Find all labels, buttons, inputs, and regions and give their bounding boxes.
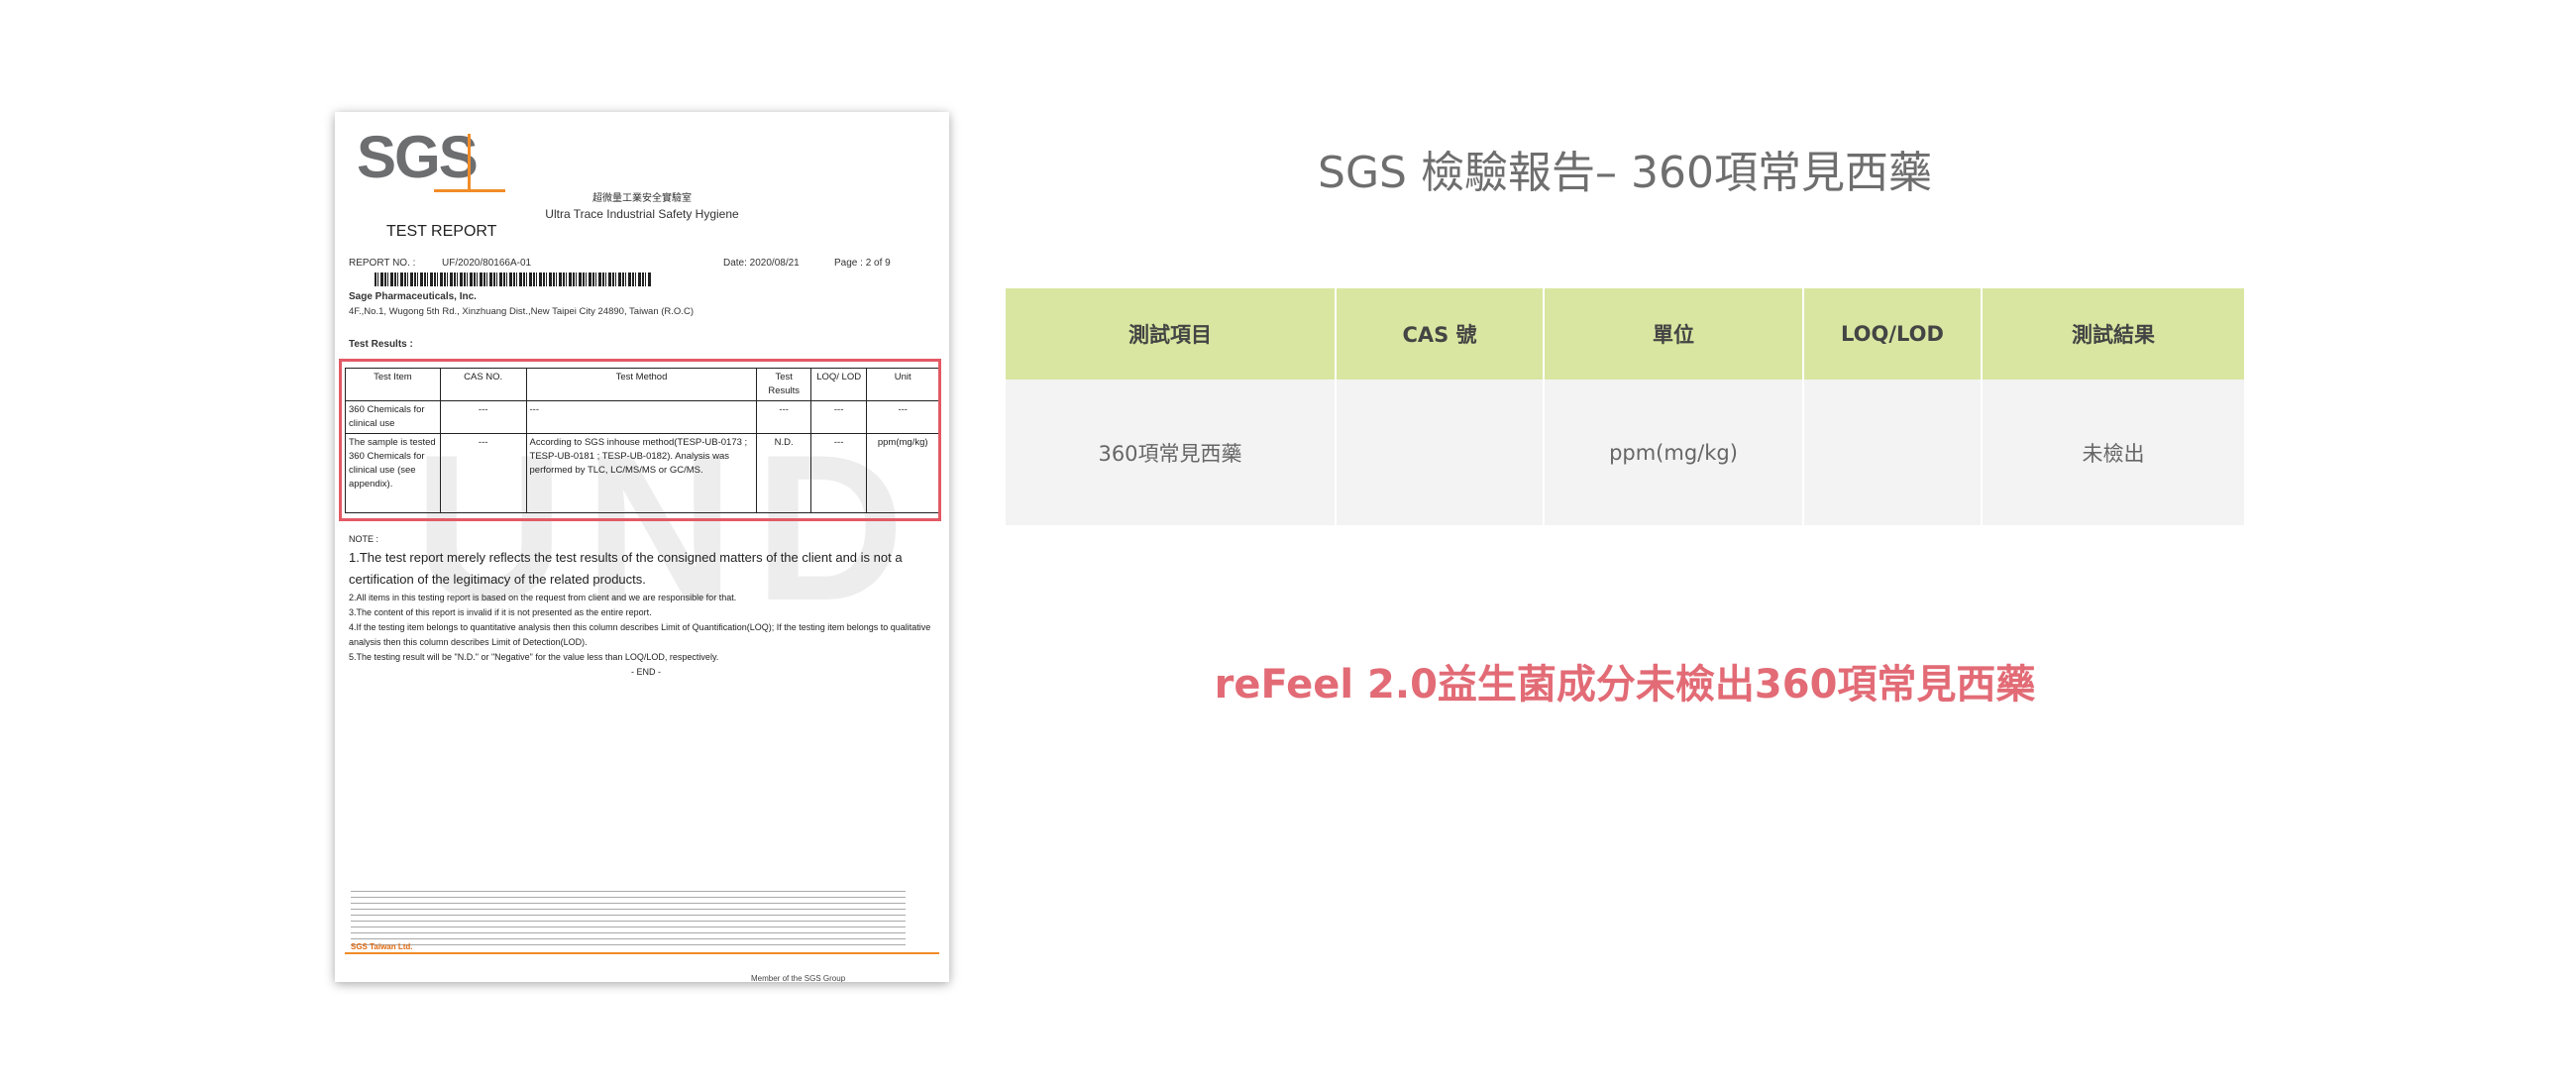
- note-item: 4.If the testing item belongs to quantit…: [349, 622, 931, 647]
- note-item: 1.The test report merely reflects the te…: [349, 550, 903, 587]
- sgs-report-document: SGS 超微量工業安全實驗室 Ultra Trace Industrial Sa…: [335, 112, 949, 982]
- cell-loq-lod: [1803, 380, 1983, 525]
- report-date: Date: 2020/08/21: [723, 258, 800, 269]
- test-results-label: Test Results :: [349, 339, 413, 350]
- report-no-label: REPORT NO. :: [349, 258, 416, 269]
- summary-table: 測試項目 CAS 號 單位 LOQ/LOD 測試結果 360項常見西藥 ppm(…: [1006, 288, 2244, 525]
- notes-section: NOTE : 1.The test report merely reflects…: [349, 532, 943, 680]
- footer-fine-print: [351, 891, 906, 948]
- sgs-logo: SGS: [357, 124, 505, 195]
- sgs-logo-text: SGS: [357, 124, 479, 190]
- header-unit: 單位: [1544, 288, 1804, 380]
- cell-cas-no: [1336, 380, 1545, 525]
- header-test-result: 測試結果: [1982, 288, 2244, 380]
- summary-header-row: 測試項目 CAS 號 單位 LOQ/LOD 測試結果: [1006, 288, 2244, 380]
- lab-name-en: Ultra Trace Industrial Safety Hygiene: [545, 207, 739, 221]
- page-heading: SGS 檢驗報告– 360項常見西藥: [1318, 148, 1932, 198]
- report-no: UF/2020/80166A-01: [442, 258, 532, 269]
- cell-unit: ppm(mg/kg): [1544, 380, 1804, 525]
- lab-name-cn: 超微量工業安全實驗室: [592, 193, 692, 204]
- logo-accent-vertical: [468, 134, 471, 191]
- header-cas-no: CAS 號: [1336, 288, 1545, 380]
- tagline: reFeel 2.0益生菌成分未檢出360項常見西藥: [1214, 662, 2036, 708]
- footer-divider: [345, 952, 939, 954]
- footer-company: SGS Taiwan Ltd.: [351, 942, 413, 951]
- note-label: NOTE :: [349, 534, 379, 544]
- note-item: 2.All items in this testing report is ba…: [349, 593, 737, 602]
- note-item: 3.The content of this report is invalid …: [349, 607, 652, 617]
- cell-test-result: 未檢出: [1982, 380, 2244, 525]
- client-address: 4F.,No.1, Wugong 5th Rd., Xinzhuang Dist…: [349, 306, 694, 317]
- note-item: 5.The testing result will be "N.D." or "…: [349, 652, 719, 662]
- report-page: Page : 2 of 9: [834, 258, 891, 269]
- barcode: [375, 272, 652, 286]
- highlight-box: [339, 359, 941, 521]
- cell-test-item: 360項常見西藥: [1006, 380, 1337, 525]
- table-row: 360項常見西藥 ppm(mg/kg) 未檢出: [1006, 380, 2244, 525]
- report-title: TEST REPORT: [386, 223, 497, 240]
- client-company: Sage Pharmaceuticals, Inc.: [349, 291, 477, 302]
- footer-member: Member of the SGS Group: [751, 974, 846, 982]
- header-test-item: 測試項目: [1006, 288, 1337, 380]
- report-end-marker: - END -: [631, 667, 661, 677]
- header-loq-lod: LOQ/LOD: [1803, 288, 1983, 380]
